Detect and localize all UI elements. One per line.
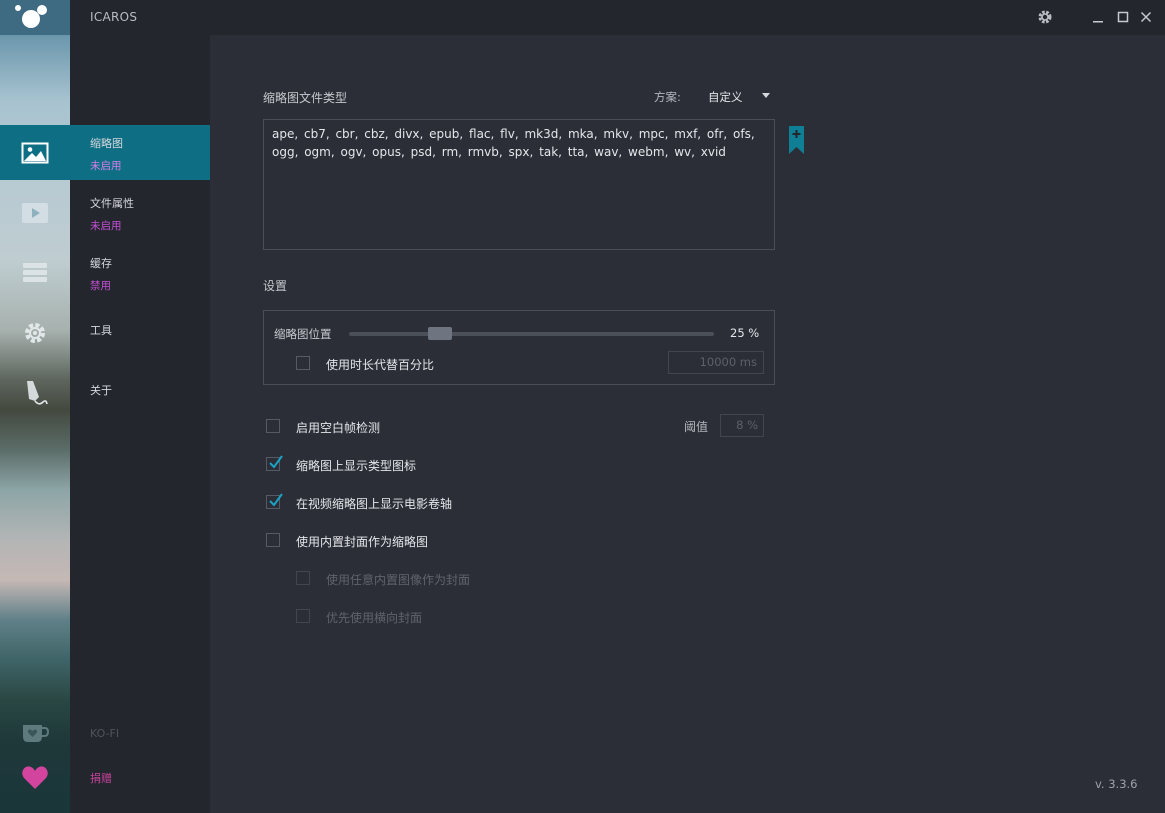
- use-duration-checkbox[interactable]: [296, 356, 310, 370]
- prefer-landscape-label: 优先使用横向封面: [326, 611, 423, 625]
- play-icon: [22, 202, 48, 223]
- nav-item-thumbnails[interactable]: 缩略图 未启用: [70, 125, 210, 180]
- scheme-label: 方案:: [654, 90, 681, 104]
- icon-rail: [0, 0, 70, 813]
- any-embedded-checkbox[interactable]: [296, 571, 310, 585]
- embedded-cover-label[interactable]: 使用内置封面作为缩略图: [296, 533, 428, 550]
- duration-input[interactable]: 10000 ms: [668, 351, 764, 374]
- title-bar: ICAROS: [70, 0, 1165, 35]
- nav-item-label: 文件属性: [90, 197, 134, 210]
- nav-item-label: 关于: [90, 384, 112, 397]
- maximize-icon: [1117, 11, 1129, 23]
- close-button[interactable]: [1136, 7, 1156, 27]
- position-slider-thumb[interactable]: [428, 327, 453, 340]
- position-slider-track[interactable]: [349, 332, 714, 336]
- donate-link[interactable]: 捐赠: [90, 770, 112, 786]
- rail-cache[interactable]: [0, 245, 70, 300]
- nav-item-label: 缩略图: [90, 137, 123, 150]
- prefer-landscape-checkbox[interactable]: [296, 609, 310, 623]
- bookmark-add-button[interactable]: [789, 126, 804, 158]
- nav-panel: 缩略图 未启用 文件属性 未启用 缓存 禁用 工具 关于: [70, 35, 210, 813]
- use-duration-label[interactable]: 使用时长代替百分比: [326, 356, 434, 373]
- image-icon: [21, 142, 49, 163]
- gear-icon: [25, 322, 45, 343]
- version-label: v. 3.3.6: [1095, 777, 1138, 791]
- bubbles-logo-icon: [15, 5, 47, 28]
- bookmark-icon: [789, 126, 804, 154]
- nav-item-properties[interactable]: 文件属性 未启用: [70, 185, 210, 240]
- minimize-button[interactable]: [1088, 7, 1108, 27]
- close-icon: [1140, 11, 1152, 23]
- nav-item-status: 禁用: [90, 280, 111, 292]
- position-value: 25 %: [730, 326, 760, 340]
- file-types-textarea[interactable]: ape, cb7, cbr, cbz, divx, epub, flac, fl…: [263, 119, 775, 250]
- settings-button[interactable]: [1035, 7, 1055, 27]
- nav-item-status: 未启用: [90, 220, 122, 232]
- nav-item-label: 工具: [90, 324, 112, 337]
- coffee-cup-icon: [23, 724, 50, 742]
- any-embedded-label: 使用任意内置图像作为封面: [326, 573, 471, 587]
- nav-item-tools[interactable]: 工具: [70, 305, 210, 360]
- scheme-dropdown[interactable]: 自定义: [708, 89, 743, 105]
- threshold-label: 阈值: [684, 420, 709, 434]
- rail-about[interactable]: [0, 365, 70, 420]
- rail-properties[interactable]: [0, 185, 70, 240]
- app-title: ICAROS: [90, 10, 138, 24]
- rail-tools[interactable]: [0, 305, 70, 360]
- kofi-link[interactable]: KO-FI: [90, 727, 119, 740]
- film-strip-label[interactable]: 在视频缩略图上显示电影卷轴: [296, 495, 452, 512]
- type-icon-checkbox[interactable]: [266, 455, 283, 471]
- threshold-input[interactable]: 8 %: [720, 414, 764, 437]
- nav-item-about[interactable]: 关于: [70, 365, 210, 420]
- file-types-label: 缩略图文件类型: [263, 91, 348, 105]
- rail-thumbnails[interactable]: [0, 125, 70, 180]
- type-icon-label[interactable]: 缩略图上显示类型图标: [296, 457, 416, 474]
- film-strip-checkbox[interactable]: [266, 493, 283, 509]
- thumbnail-position-label: 缩略图位置: [274, 327, 332, 341]
- nav-item-cache[interactable]: 缓存 禁用: [70, 245, 210, 300]
- stack-icon: [23, 262, 47, 282]
- gear-icon: [1038, 10, 1052, 24]
- chevron-down-icon[interactable]: [762, 93, 770, 98]
- maximize-button[interactable]: [1113, 7, 1133, 27]
- app-logo: [0, 0, 70, 35]
- settings-label: 设置: [263, 279, 288, 293]
- pen-icon: [27, 380, 48, 405]
- heart-icon: [22, 765, 48, 789]
- nav-item-label: 缓存: [90, 257, 112, 270]
- check-icon: [269, 493, 283, 507]
- nav-item-status: 未启用: [90, 160, 122, 172]
- blank-frame-label[interactable]: 启用空白帧检测: [296, 419, 380, 436]
- minimize-icon: [1093, 21, 1103, 23]
- check-icon: [269, 455, 283, 469]
- rail-donate[interactable]: [0, 750, 70, 805]
- embedded-cover-checkbox[interactable]: [266, 533, 280, 547]
- blank-frame-checkbox[interactable]: [266, 419, 280, 433]
